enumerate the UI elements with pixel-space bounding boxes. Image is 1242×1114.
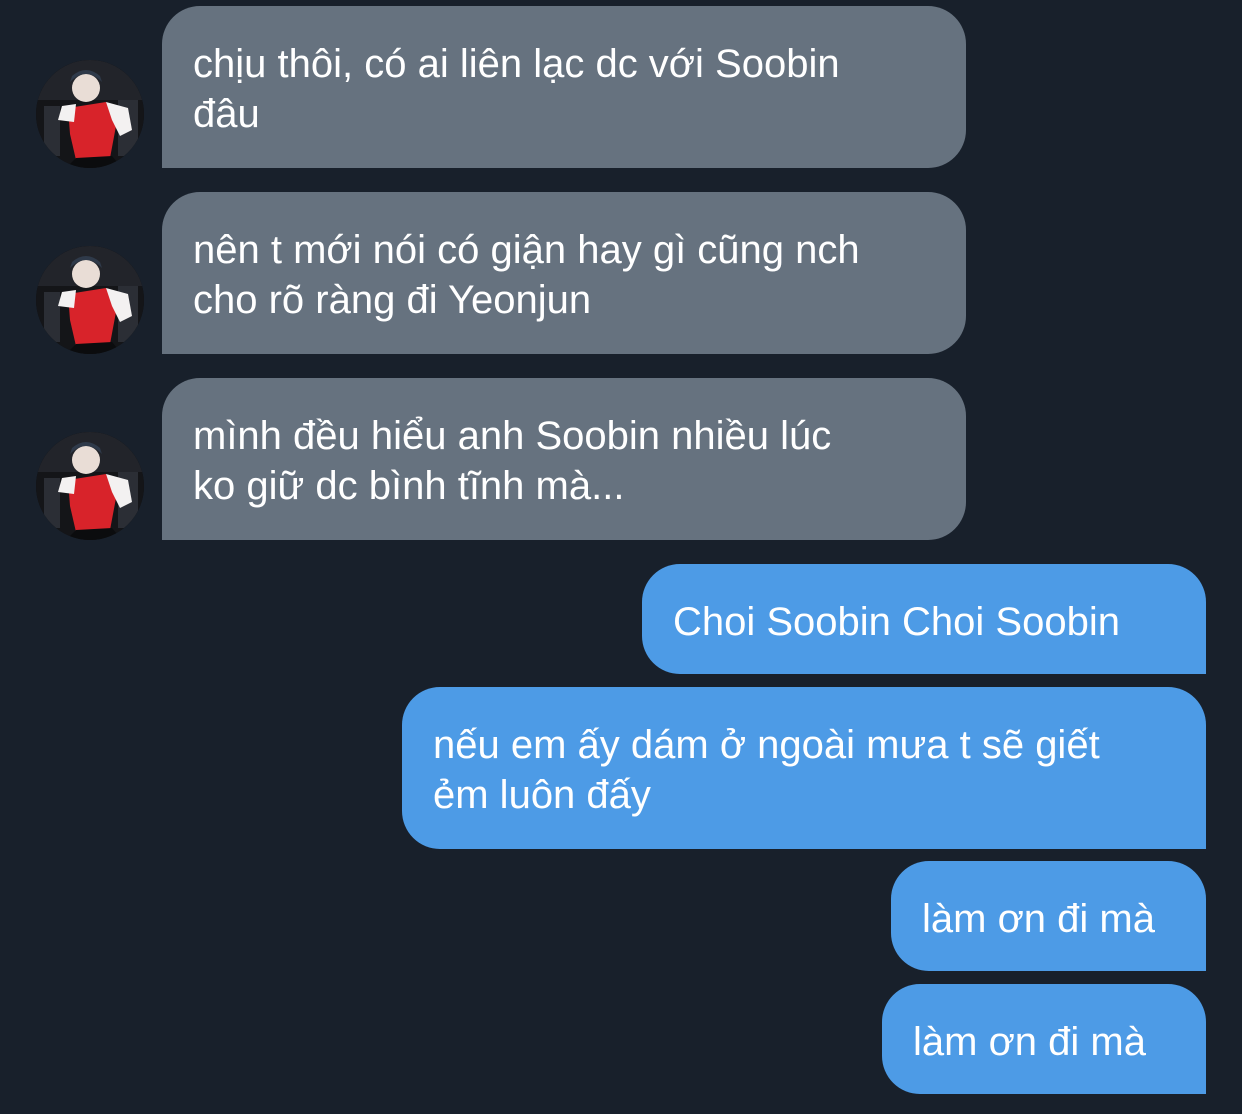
avatar-photo-icon: [36, 432, 144, 540]
incoming-message-bubble[interactable]: nên t mới nói có giận hay gì cũng nch ch…: [162, 192, 966, 354]
outgoing-message-bubble[interactable]: Choi Soobin Choi Soobin: [642, 564, 1206, 674]
message-text-line: ẻm luôn đấy: [433, 773, 651, 817]
message-text-line: làm ơn đi mà: [922, 897, 1155, 941]
message-text-line: làm ơn đi mà: [913, 1020, 1146, 1064]
message-text-line: Choi Soobin Choi Soobin: [673, 600, 1120, 644]
message-text-line: chịu thôi, có ai liên lạc dc với Soobin: [193, 42, 840, 86]
message-text-line: nếu em ấy dám ở ngoài mưa t sẽ giết: [433, 723, 1100, 767]
contact-avatar[interactable]: [36, 246, 144, 354]
message-thread: chịu thôi, có ai liên lạc dc với Soobin …: [0, 0, 1242, 1114]
contact-avatar[interactable]: [36, 432, 144, 540]
incoming-message-bubble[interactable]: mình đều hiểu anh Soobin nhiều lúc ko gi…: [162, 378, 966, 540]
outgoing-message-bubble[interactable]: làm ơn đi mà: [882, 984, 1206, 1094]
message-text-line: đâu: [193, 92, 260, 136]
outgoing-message-bubble[interactable]: nếu em ấy dám ở ngoài mưa t sẽ giết ẻm l…: [402, 687, 1206, 849]
outgoing-message-bubble[interactable]: làm ơn đi mà: [891, 861, 1206, 971]
contact-avatar[interactable]: [36, 60, 144, 168]
message-text-line: cho rõ ràng đi Yeonjun: [193, 278, 592, 322]
message-text-line: mình đều hiểu anh Soobin nhiều lúc: [193, 414, 832, 458]
avatar-photo-icon: [36, 60, 144, 168]
avatar-photo-icon: [36, 246, 144, 354]
incoming-message-bubble[interactable]: chịu thôi, có ai liên lạc dc với Soobin …: [162, 6, 966, 168]
message-text-line: ko giữ dc bình tĩnh mà...: [193, 464, 625, 508]
message-text-line: nên t mới nói có giận hay gì cũng nch: [193, 228, 860, 272]
